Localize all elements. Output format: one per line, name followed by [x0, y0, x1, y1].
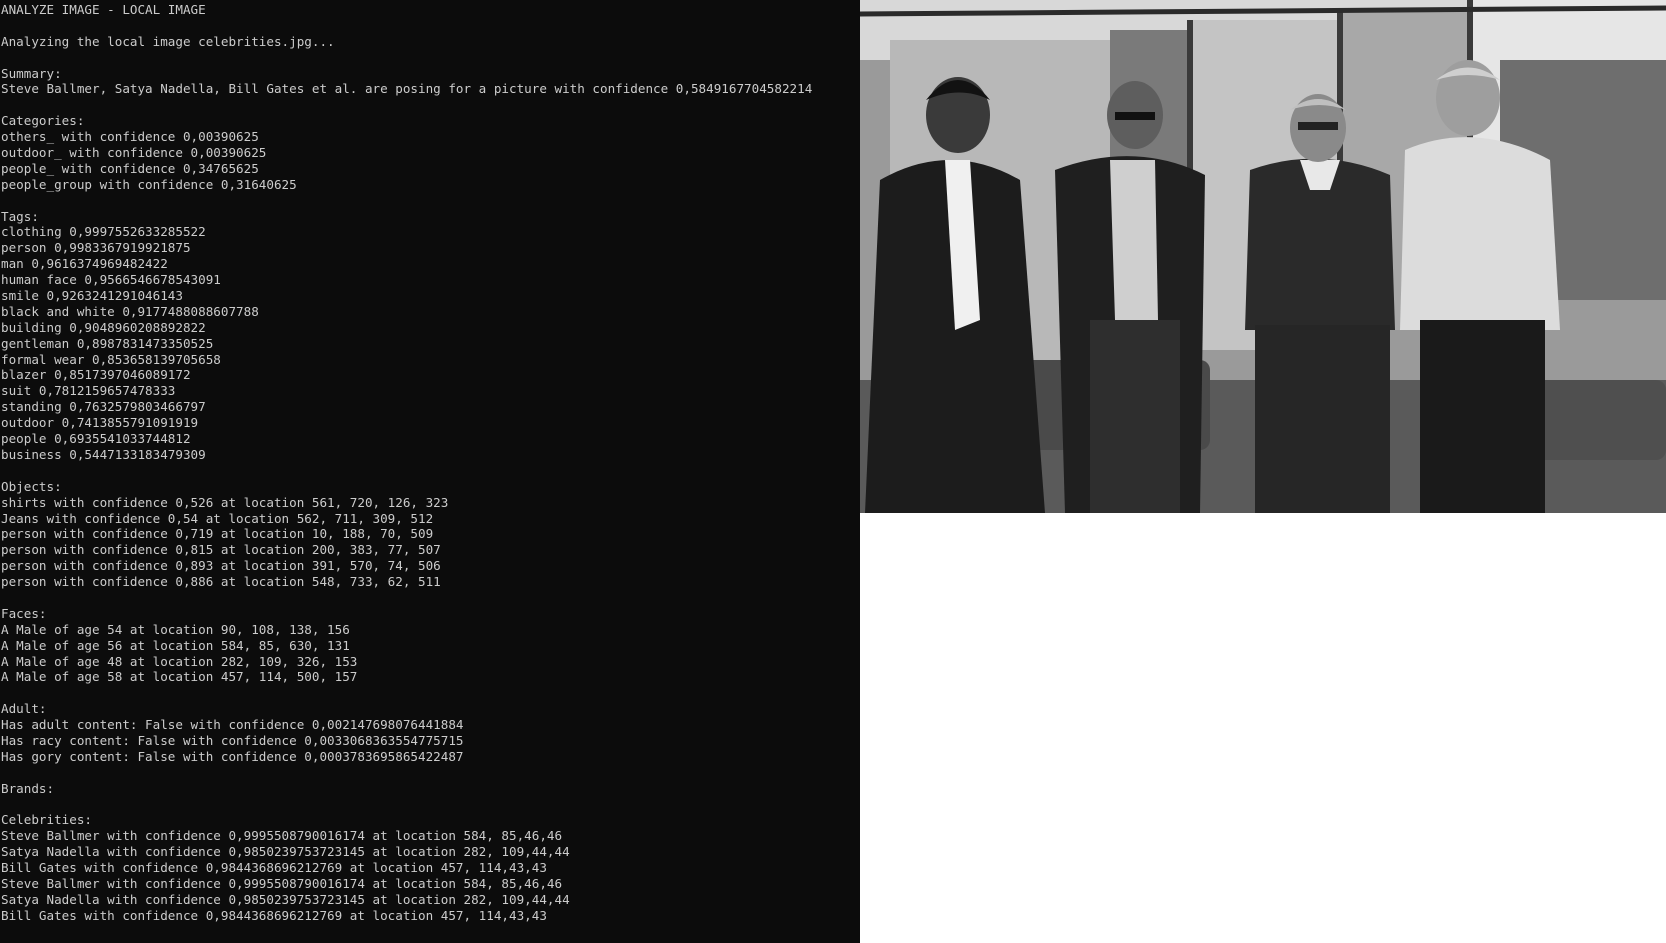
console-line: outdoor_ with confidence 0,00390625	[1, 145, 267, 161]
console-line: person with confidence 0,719 at location…	[1, 526, 434, 542]
console-line: Steve Ballmer with confidence 0,99955087…	[1, 828, 563, 844]
console-line: blazer 0,8517397046089172	[1, 367, 191, 383]
console-line: Has gory content: False with confidence …	[1, 748, 464, 764]
console-line: Tags:	[1, 208, 39, 224]
console-line: person 0,9983367919921875	[1, 240, 191, 256]
console-line: people_group with confidence 0,31640625	[1, 176, 297, 192]
console-line: outdoor 0,7413855791091919	[1, 415, 199, 431]
console-line: Objects:	[1, 478, 62, 494]
console-line: A Male of age 54 at location 90, 108, 13…	[1, 621, 350, 637]
console-line: Jeans with confidence 0,54 at location 5…	[1, 510, 434, 526]
console-line: human face 0,9566546678543091	[1, 272, 221, 288]
console-line: A Male of age 58 at location 457, 114, 5…	[1, 669, 358, 685]
console-line: Bill Gates with confidence 0,98443686962…	[1, 860, 547, 876]
console-line: Summary:	[1, 65, 62, 81]
console-line: black and white 0,9177488088607788	[1, 303, 259, 319]
analyzed-photo	[860, 0, 1666, 513]
console-line: suit 0,7812159657478333	[1, 383, 176, 399]
console-line: Celebrities:	[1, 812, 92, 828]
console-line: formal wear 0,853658139705658	[1, 351, 221, 367]
console-line: gentleman 0,8987831473350525	[1, 335, 214, 351]
console-line: Categories:	[1, 113, 85, 129]
console-line: Satya Nadella with confidence 0,98502397…	[1, 891, 570, 907]
console-output: ANALYZE IMAGE - LOCAL IMAGE Analyzing the…	[0, 0, 860, 943]
console-line: smile 0,9263241291046143	[1, 288, 183, 304]
console-line: A Male of age 48 at location 282, 109, 3…	[1, 653, 358, 669]
console-line: A Male of age 56 at location 584, 85, 63…	[1, 637, 350, 653]
console-line: Satya Nadella with confidence 0,98502397…	[1, 844, 570, 860]
console-line: ANALYZE IMAGE - LOCAL IMAGE	[1, 2, 206, 17]
console-line: standing 0,7632579803466797	[1, 399, 206, 415]
console-line: Bill Gates with confidence 0,98443686962…	[1, 907, 547, 923]
console-line: man 0,9616374969482422	[1, 256, 168, 272]
console-line: person with confidence 0,886 at location…	[1, 574, 441, 590]
console-line: Analyzing the local image celebrities.jp…	[1, 33, 335, 49]
console-line: business 0,5447133183479309	[1, 446, 206, 462]
console-line: Steve Ballmer with confidence 0,99955087…	[1, 875, 563, 891]
console-line: others_ with confidence 0,00390625	[1, 129, 259, 145]
console-line: Has adult content: False with confidence…	[1, 717, 464, 733]
console-line: building 0,9048960208892822	[1, 319, 206, 335]
blank-area	[860, 513, 1666, 943]
console-line: Faces:	[1, 605, 47, 621]
console-line: clothing 0,9997552633285522	[1, 224, 206, 240]
console-line: person with confidence 0,893 at location…	[1, 558, 441, 574]
console-line: people 0,6935541033744812	[1, 431, 191, 447]
console-line: person with confidence 0,815 at location…	[1, 542, 441, 558]
console-line: people_ with confidence 0,34765625	[1, 160, 259, 176]
console-line: Adult:	[1, 701, 47, 717]
console-line: Brands:	[1, 780, 55, 796]
console-line: Has racy content: False with confidence …	[1, 732, 464, 748]
console-line: shirts with confidence 0,526 at location…	[1, 494, 449, 510]
console-line: Steve Ballmer, Satya Nadella, Bill Gates…	[1, 81, 813, 97]
